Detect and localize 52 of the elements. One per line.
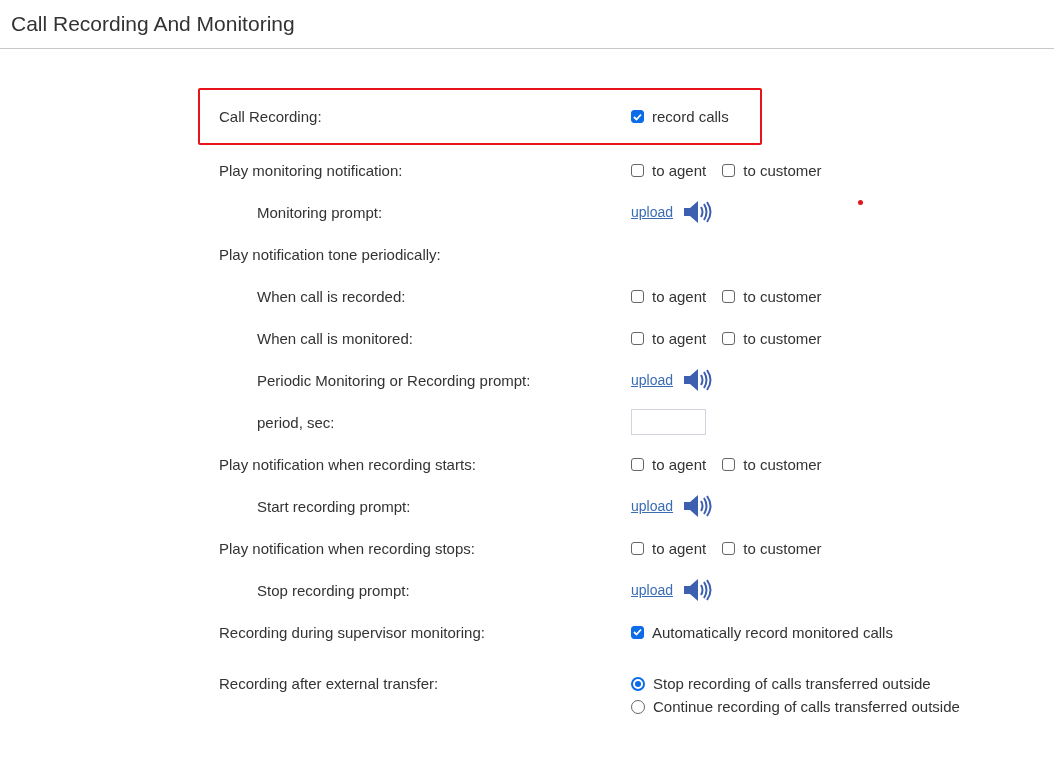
checkbox-option[interactable]: to customer bbox=[722, 539, 822, 557]
checkbox-option[interactable]: to customer bbox=[722, 161, 822, 179]
annotation-dot bbox=[858, 200, 863, 205]
setting-label: When call is monitored: bbox=[256, 329, 414, 347]
setting-label: Play monitoring notification: bbox=[219, 161, 404, 179]
upload-link[interactable]: upload bbox=[631, 372, 674, 388]
checkbox[interactable] bbox=[722, 331, 736, 345]
checkbox[interactable] bbox=[722, 289, 736, 303]
page-title: Call Recording And Monitoring bbox=[11, 12, 295, 36]
checkbox-option[interactable]: to customer bbox=[722, 455, 822, 473]
radio-option[interactable]: Continue recording of calls transferred outside bbox=[631, 698, 960, 715]
checkbox[interactable] bbox=[722, 457, 736, 471]
setting-label: Play notification when recording stops: bbox=[219, 539, 476, 557]
checkbox[interactable] bbox=[631, 289, 644, 303]
checkbox-option[interactable]: to agent bbox=[631, 455, 707, 473]
checkbox[interactable] bbox=[631, 163, 644, 177]
checkbox-option[interactable]: to agent bbox=[631, 287, 707, 305]
speaker-icon[interactable] bbox=[683, 368, 713, 392]
checkbox-option[interactable]: to customer bbox=[722, 329, 822, 347]
speaker-icon[interactable] bbox=[683, 494, 713, 518]
setting-label: period, sec: bbox=[256, 413, 336, 431]
setting-label: Periodic Monitoring or Recording prompt: bbox=[256, 371, 532, 389]
speaker-icon[interactable] bbox=[683, 200, 713, 224]
checkbox-option[interactable]: to agent bbox=[631, 161, 707, 179]
setting-label: When call is recorded: bbox=[256, 287, 407, 305]
checkbox-option[interactable]: record calls bbox=[631, 108, 729, 125]
checkbox[interactable] bbox=[631, 457, 644, 471]
upload-link[interactable]: upload bbox=[631, 498, 674, 514]
setting-label: Recording during supervisor monitoring: bbox=[219, 623, 486, 641]
checkbox[interactable] bbox=[722, 163, 736, 177]
checkbox[interactable] bbox=[631, 331, 644, 345]
setting-label: Play notification when recording starts: bbox=[219, 455, 477, 473]
setting-label: Start recording prompt: bbox=[256, 497, 412, 515]
checkbox[interactable] bbox=[722, 541, 736, 555]
checkbox[interactable] bbox=[631, 541, 644, 555]
checkbox[interactable] bbox=[631, 625, 644, 639]
radio-button[interactable] bbox=[631, 676, 645, 691]
setting-label: Call Recording: bbox=[219, 108, 323, 125]
checkbox-option[interactable]: Automatically record monitored calls bbox=[631, 623, 893, 641]
checkbox-option[interactable]: to agent bbox=[631, 539, 707, 557]
setting-label: Monitoring prompt: bbox=[256, 203, 384, 221]
checkbox-option[interactable]: to customer bbox=[722, 287, 822, 305]
setting-label: Recording after external transfer: bbox=[219, 675, 440, 692]
period-input[interactable] bbox=[631, 409, 706, 435]
setting-label: Play notification tone periodically: bbox=[219, 245, 442, 263]
checkbox[interactable] bbox=[631, 110, 644, 123]
checkbox-option[interactable]: to agent bbox=[631, 329, 707, 347]
upload-link[interactable]: upload bbox=[631, 582, 674, 598]
upload-link[interactable]: upload bbox=[631, 204, 674, 220]
setting-label: Stop recording prompt: bbox=[256, 581, 411, 599]
radio-option[interactable]: Stop recording of calls transferred outside bbox=[631, 675, 960, 692]
speaker-icon[interactable] bbox=[683, 578, 713, 602]
